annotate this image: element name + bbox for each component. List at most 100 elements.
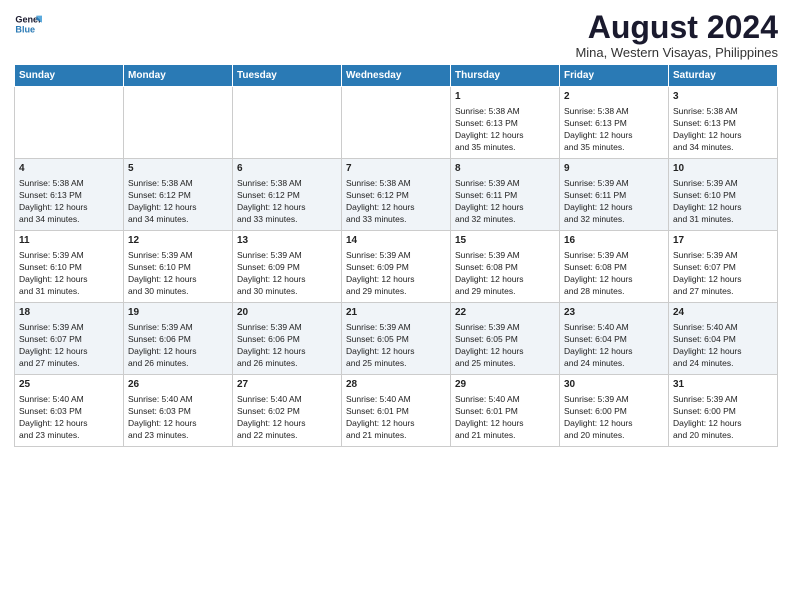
cell-text: and 30 minutes. bbox=[128, 286, 228, 298]
calendar-cell: 3Sunrise: 5:38 AMSunset: 6:13 PMDaylight… bbox=[669, 87, 778, 159]
cell-text: Daylight: 12 hours bbox=[564, 202, 664, 214]
calendar-cell: 12Sunrise: 5:39 AMSunset: 6:10 PMDayligh… bbox=[124, 231, 233, 303]
cell-text: Daylight: 12 hours bbox=[19, 418, 119, 430]
calendar-week-1: 1Sunrise: 5:38 AMSunset: 6:13 PMDaylight… bbox=[15, 87, 778, 159]
calendar-week-4: 18Sunrise: 5:39 AMSunset: 6:07 PMDayligh… bbox=[15, 303, 778, 375]
cell-text: Daylight: 12 hours bbox=[128, 418, 228, 430]
svg-text:Blue: Blue bbox=[15, 24, 35, 34]
cell-text: Sunset: 6:02 PM bbox=[237, 406, 337, 418]
calendar-cell: 11Sunrise: 5:39 AMSunset: 6:10 PMDayligh… bbox=[15, 231, 124, 303]
calendar-cell: 4Sunrise: 5:38 AMSunset: 6:13 PMDaylight… bbox=[15, 159, 124, 231]
cell-text: Daylight: 12 hours bbox=[564, 418, 664, 430]
cell-text: Daylight: 12 hours bbox=[346, 274, 446, 286]
cell-text: Daylight: 12 hours bbox=[455, 202, 555, 214]
day-number: 4 bbox=[19, 162, 119, 176]
cell-text: and 29 minutes. bbox=[346, 286, 446, 298]
cell-text: Sunset: 6:10 PM bbox=[19, 262, 119, 274]
cell-text: Sunrise: 5:39 AM bbox=[455, 322, 555, 334]
cell-text: Sunrise: 5:39 AM bbox=[346, 322, 446, 334]
cell-text: and 33 minutes. bbox=[237, 214, 337, 226]
cell-text: Daylight: 12 hours bbox=[237, 274, 337, 286]
cell-text: Daylight: 12 hours bbox=[346, 202, 446, 214]
cell-text: Daylight: 12 hours bbox=[455, 274, 555, 286]
calendar-table: Sunday Monday Tuesday Wednesday Thursday… bbox=[14, 64, 778, 447]
cell-text: Sunset: 6:10 PM bbox=[673, 190, 773, 202]
cell-text: Daylight: 12 hours bbox=[455, 418, 555, 430]
logo: General Blue bbox=[14, 10, 42, 38]
cell-text: and 23 minutes. bbox=[19, 430, 119, 442]
cell-text: and 32 minutes. bbox=[455, 214, 555, 226]
cell-text: Sunrise: 5:39 AM bbox=[19, 250, 119, 262]
cell-text: Daylight: 12 hours bbox=[673, 130, 773, 142]
cell-text: and 21 minutes. bbox=[346, 430, 446, 442]
col-monday: Monday bbox=[124, 65, 233, 87]
cell-text: and 34 minutes. bbox=[673, 142, 773, 154]
calendar-cell: 5Sunrise: 5:38 AMSunset: 6:12 PMDaylight… bbox=[124, 159, 233, 231]
day-number: 29 bbox=[455, 378, 555, 392]
subtitle: Mina, Western Visayas, Philippines bbox=[575, 45, 778, 60]
cell-text: Daylight: 12 hours bbox=[128, 274, 228, 286]
cell-text: Sunrise: 5:39 AM bbox=[237, 250, 337, 262]
cell-text: and 20 minutes. bbox=[564, 430, 664, 442]
day-number: 1 bbox=[455, 90, 555, 104]
calendar-cell: 16Sunrise: 5:39 AMSunset: 6:08 PMDayligh… bbox=[560, 231, 669, 303]
calendar-cell: 8Sunrise: 5:39 AMSunset: 6:11 PMDaylight… bbox=[451, 159, 560, 231]
day-number: 23 bbox=[564, 306, 664, 320]
calendar-cell bbox=[233, 87, 342, 159]
cell-text: Sunrise: 5:39 AM bbox=[128, 250, 228, 262]
calendar-cell: 24Sunrise: 5:40 AMSunset: 6:04 PMDayligh… bbox=[669, 303, 778, 375]
day-number: 2 bbox=[564, 90, 664, 104]
cell-text: Sunrise: 5:40 AM bbox=[564, 322, 664, 334]
cell-text: Sunset: 6:03 PM bbox=[128, 406, 228, 418]
calendar-cell bbox=[342, 87, 451, 159]
cell-text: Sunset: 6:07 PM bbox=[19, 334, 119, 346]
calendar-week-2: 4Sunrise: 5:38 AMSunset: 6:13 PMDaylight… bbox=[15, 159, 778, 231]
cell-text: Daylight: 12 hours bbox=[455, 130, 555, 142]
col-sunday: Sunday bbox=[15, 65, 124, 87]
cell-text: and 32 minutes. bbox=[564, 214, 664, 226]
col-thursday: Thursday bbox=[451, 65, 560, 87]
cell-text: and 22 minutes. bbox=[237, 430, 337, 442]
day-number: 26 bbox=[128, 378, 228, 392]
cell-text: and 31 minutes. bbox=[19, 286, 119, 298]
calendar-cell: 23Sunrise: 5:40 AMSunset: 6:04 PMDayligh… bbox=[560, 303, 669, 375]
day-number: 27 bbox=[237, 378, 337, 392]
day-number: 7 bbox=[346, 162, 446, 176]
cell-text: Daylight: 12 hours bbox=[564, 274, 664, 286]
cell-text: and 23 minutes. bbox=[128, 430, 228, 442]
calendar-cell: 14Sunrise: 5:39 AMSunset: 6:09 PMDayligh… bbox=[342, 231, 451, 303]
calendar-week-5: 25Sunrise: 5:40 AMSunset: 6:03 PMDayligh… bbox=[15, 375, 778, 447]
cell-text: Sunset: 6:13 PM bbox=[455, 118, 555, 130]
calendar-cell: 17Sunrise: 5:39 AMSunset: 6:07 PMDayligh… bbox=[669, 231, 778, 303]
calendar-cell: 19Sunrise: 5:39 AMSunset: 6:06 PMDayligh… bbox=[124, 303, 233, 375]
day-number: 28 bbox=[346, 378, 446, 392]
day-number: 14 bbox=[346, 234, 446, 248]
cell-text: and 31 minutes. bbox=[673, 214, 773, 226]
cell-text: Sunset: 6:01 PM bbox=[455, 406, 555, 418]
cell-text: Sunset: 6:09 PM bbox=[237, 262, 337, 274]
cell-text: and 21 minutes. bbox=[455, 430, 555, 442]
cell-text: Daylight: 12 hours bbox=[673, 418, 773, 430]
calendar-cell: 20Sunrise: 5:39 AMSunset: 6:06 PMDayligh… bbox=[233, 303, 342, 375]
cell-text: Sunrise: 5:38 AM bbox=[237, 178, 337, 190]
cell-text: Sunset: 6:03 PM bbox=[19, 406, 119, 418]
cell-text: Daylight: 12 hours bbox=[19, 346, 119, 358]
day-number: 16 bbox=[564, 234, 664, 248]
day-number: 20 bbox=[237, 306, 337, 320]
cell-text: and 24 minutes. bbox=[673, 358, 773, 370]
cell-text: Sunset: 6:12 PM bbox=[237, 190, 337, 202]
calendar-cell: 29Sunrise: 5:40 AMSunset: 6:01 PMDayligh… bbox=[451, 375, 560, 447]
cell-text: Sunset: 6:13 PM bbox=[564, 118, 664, 130]
calendar-cell: 18Sunrise: 5:39 AMSunset: 6:07 PMDayligh… bbox=[15, 303, 124, 375]
cell-text: Daylight: 12 hours bbox=[564, 346, 664, 358]
day-number: 18 bbox=[19, 306, 119, 320]
cell-text: Daylight: 12 hours bbox=[564, 130, 664, 142]
calendar-cell: 21Sunrise: 5:39 AMSunset: 6:05 PMDayligh… bbox=[342, 303, 451, 375]
calendar-cell: 9Sunrise: 5:39 AMSunset: 6:11 PMDaylight… bbox=[560, 159, 669, 231]
cell-text: Sunset: 6:09 PM bbox=[346, 262, 446, 274]
cell-text: and 20 minutes. bbox=[673, 430, 773, 442]
day-number: 17 bbox=[673, 234, 773, 248]
cell-text: Sunset: 6:06 PM bbox=[237, 334, 337, 346]
cell-text: and 27 minutes. bbox=[673, 286, 773, 298]
calendar-cell bbox=[15, 87, 124, 159]
